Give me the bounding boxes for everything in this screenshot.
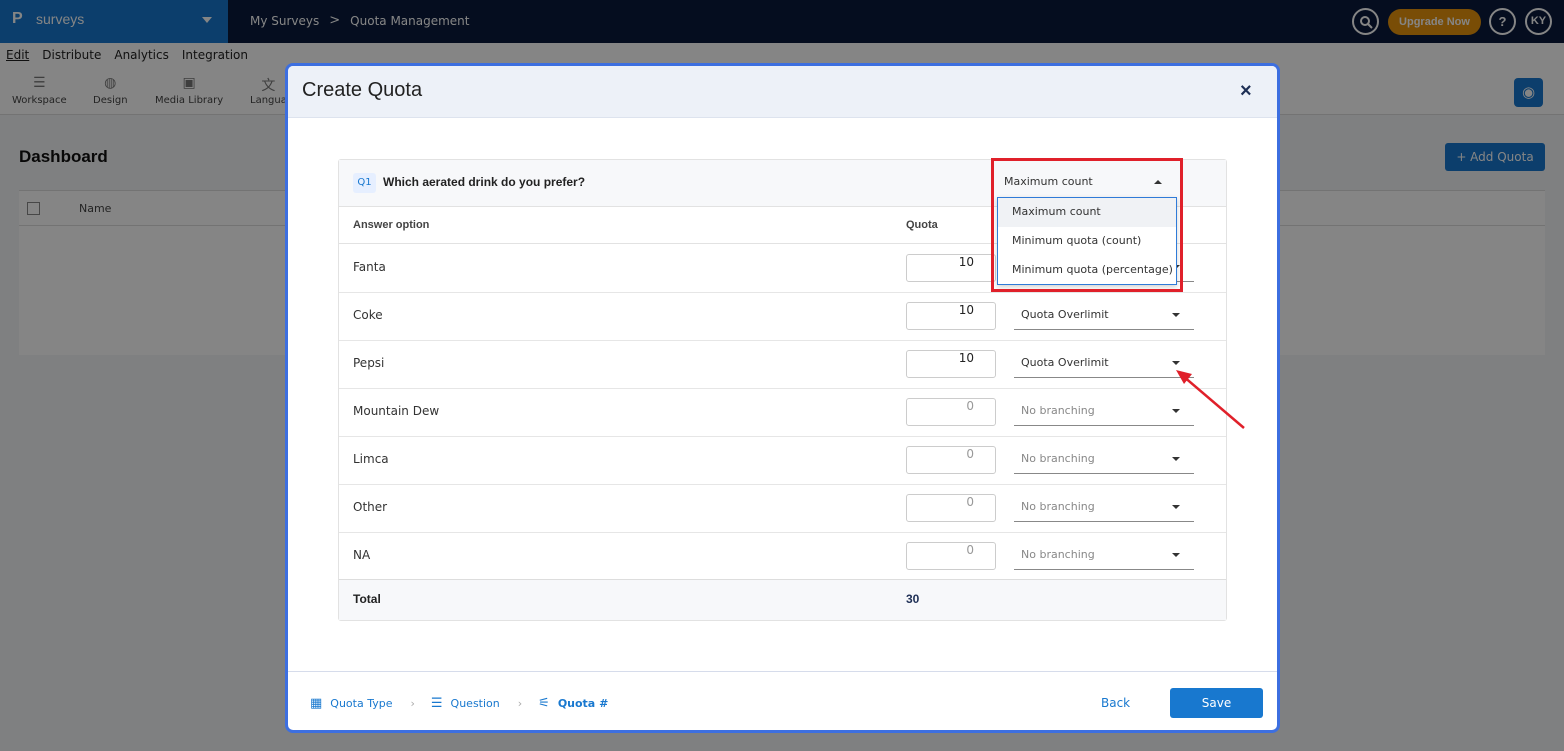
answer-label: Coke [353, 308, 383, 322]
branching-value: No branching [1021, 404, 1095, 417]
question-text: Which aerated drink do you prefer? [383, 175, 586, 189]
branching-value: No branching [1021, 452, 1095, 465]
chevron-down-icon [1172, 457, 1180, 461]
branching-value: No branching [1021, 548, 1095, 561]
total-label: Total [353, 592, 381, 606]
quota-input[interactable]: 10 [906, 350, 996, 378]
answer-label: Pepsi [353, 356, 385, 370]
question-code-badge: Q1 [353, 173, 376, 193]
answer-label: Other [353, 500, 388, 514]
list-icon: ☰ [430, 696, 443, 711]
quota-input[interactable]: 0 [906, 494, 996, 522]
answer-row: Pepsi 10 Quota Overlimit [339, 341, 1226, 389]
chevron-down-icon [1172, 409, 1180, 413]
branching-select[interactable]: No branching [1014, 398, 1194, 426]
answer-label: Fanta [353, 260, 386, 274]
branching-select[interactable]: No branching [1014, 494, 1194, 522]
quota-input[interactable]: 10 [906, 254, 996, 282]
quota-card: Q1 Which aerated drink do you prefer? An… [338, 158, 1227, 621]
grid-icon: ▦ [310, 696, 323, 711]
back-button[interactable]: Back [1101, 696, 1130, 710]
quota-input[interactable]: 10 [906, 302, 996, 330]
sliders-icon: ⚟ [538, 696, 550, 711]
total-row: Total 30 [339, 579, 1226, 620]
answer-row: Mountain Dew 0 No branching [339, 389, 1226, 437]
chevron-right-icon: › [410, 697, 415, 710]
answer-row: Limca 0 No branching [339, 437, 1226, 485]
modal-footer: ▦ Quota Type › ☰ Question › ⚟ Quota # Ba… [288, 671, 1277, 730]
chevron-right-icon: › [517, 697, 523, 710]
branching-select[interactable]: No branching [1014, 542, 1194, 570]
quota-header: Quota [906, 219, 938, 231]
quota-input[interactable]: 0 [906, 542, 996, 570]
total-value: 30 [906, 592, 920, 606]
chevron-down-icon [1172, 553, 1180, 557]
modal-title: Create Quota [302, 79, 423, 101]
chevron-down-icon [1172, 313, 1180, 317]
answer-option-header: Answer option [353, 219, 430, 231]
close-icon[interactable]: × [1240, 80, 1252, 103]
answer-row: Other 0 No branching [339, 485, 1226, 533]
answer-label: Mountain Dew [353, 404, 440, 418]
quota-input[interactable]: 0 [906, 446, 996, 474]
step-quota-type[interactable]: Quota Type [330, 697, 392, 710]
step-indicator: ▦ Quota Type › ☰ Question › ⚟ Quota # [310, 696, 608, 711]
branching-value: Quota Overlimit [1021, 308, 1109, 321]
step-question[interactable]: Question [451, 697, 500, 710]
save-button[interactable]: Save [1170, 688, 1263, 718]
answer-row: NA 0 No branching [339, 533, 1226, 581]
branching-select[interactable]: Quota Overlimit [1014, 302, 1194, 330]
modal-header: Create Quota × [288, 66, 1277, 118]
answer-label: Limca [353, 452, 389, 466]
quota-input[interactable]: 0 [906, 398, 996, 426]
create-quota-modal: Create Quota × Q1 Which aerated drink do… [285, 63, 1280, 733]
answer-row: Coke 10 Quota Overlimit [339, 293, 1226, 341]
step-quota-number[interactable]: Quota # [558, 697, 608, 710]
branching-value: No branching [1021, 500, 1095, 513]
branching-select[interactable]: Quota Overlimit [1014, 350, 1194, 378]
answer-label: NA [353, 548, 371, 562]
chevron-down-icon [1172, 361, 1180, 365]
chevron-down-icon [1172, 505, 1180, 509]
branching-select[interactable]: No branching [1014, 446, 1194, 474]
annotation-highlight-box [991, 158, 1183, 292]
branching-value: Quota Overlimit [1021, 356, 1109, 369]
